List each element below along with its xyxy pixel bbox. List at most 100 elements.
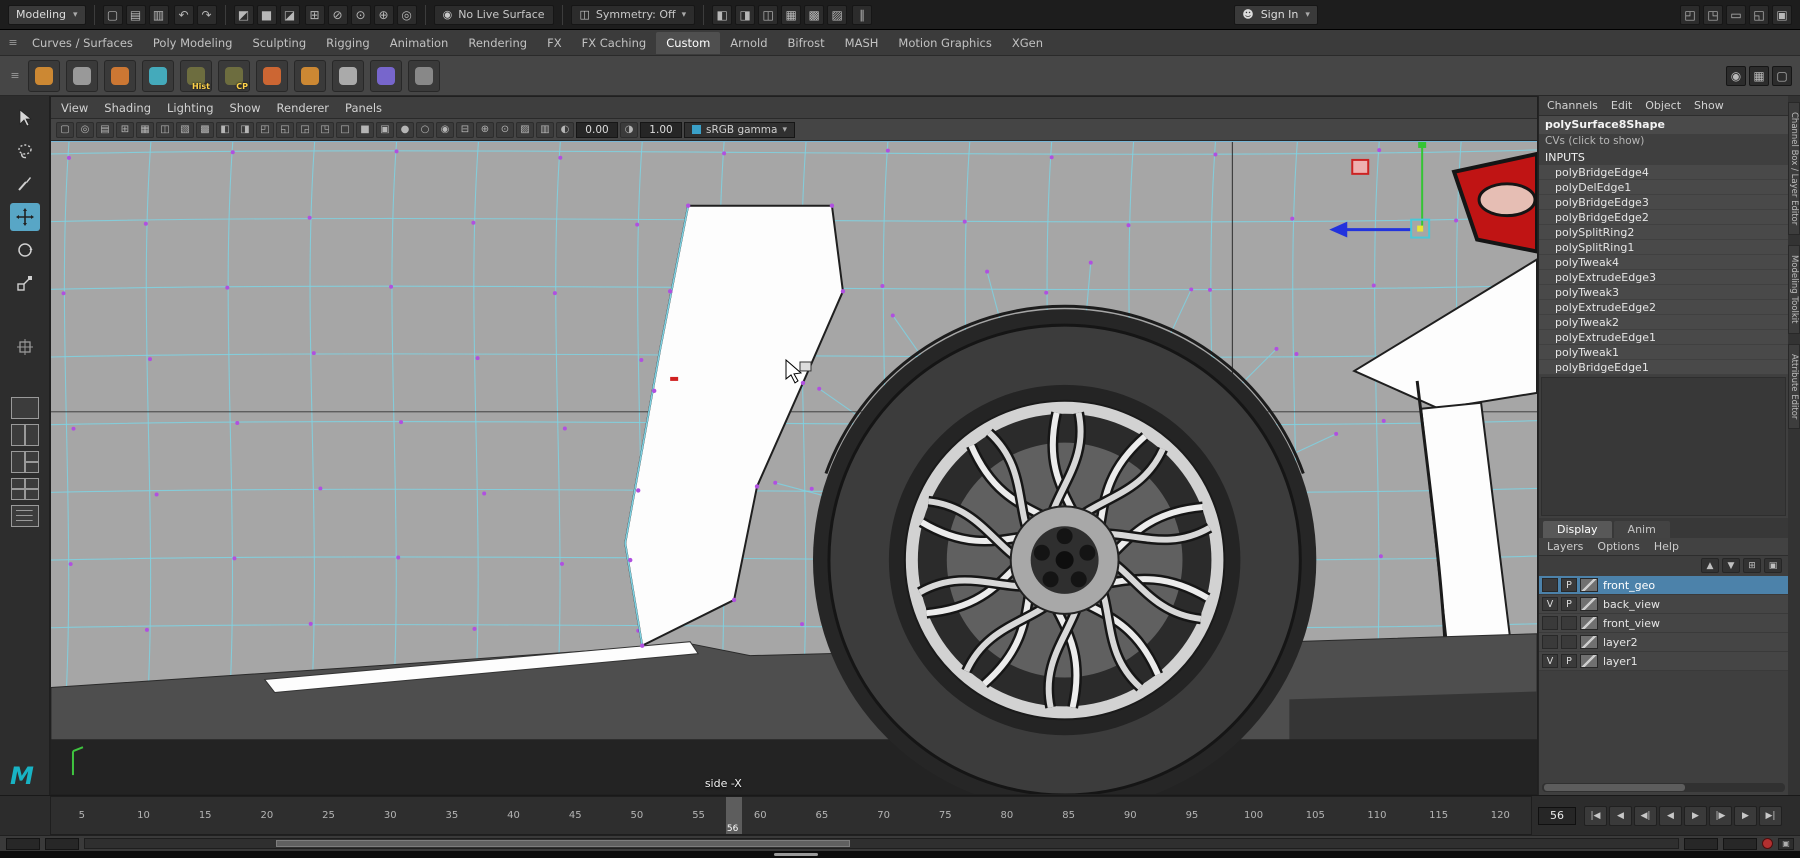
layer-editor-tab[interactable]: Anim [1613, 521, 1670, 538]
layer-color-swatch[interactable] [1580, 597, 1598, 611]
workspace-bar-icon[interactable]: ▭ [1726, 4, 1747, 25]
render-current-frame-icon[interactable]: ◨ [735, 4, 756, 25]
shelf-tab[interactable]: FX [537, 32, 572, 54]
wireframe-icon[interactable]: □ [336, 121, 354, 138]
layer-visibility-toggle[interactable] [1542, 635, 1558, 649]
layer-playback-toggle[interactable] [1561, 635, 1577, 649]
universal-manipulator-button[interactable] [10, 333, 40, 361]
playback-end-field[interactable] [1684, 837, 1718, 850]
shelf-lattice-icon[interactable] [370, 59, 402, 92]
move-layer-down-icon[interactable]: ▼ [1722, 558, 1740, 573]
auto-key-toggle[interactable] [1762, 838, 1773, 849]
history-node[interactable]: polySplitRing2 [1539, 225, 1788, 240]
grid-icon[interactable]: ▩ [196, 121, 214, 138]
workspace-split-icon[interactable]: ◱ [1749, 4, 1770, 25]
lasso-tool-button[interactable] [10, 137, 40, 165]
snap-to-grid-icon[interactable]: ⊞ [304, 4, 325, 25]
new-layer-from-selected-icon[interactable]: ▣ [1764, 558, 1782, 573]
step-back-key-button[interactable]: ◀| [1634, 805, 1657, 826]
shelf-tab[interactable]: MASH [835, 32, 889, 54]
layer-color-swatch[interactable] [1580, 616, 1598, 630]
panel-menu[interactable]: Show [230, 101, 261, 115]
shelf-tab[interactable]: Rendering [458, 32, 537, 54]
shelf-tab[interactable]: Bifrost [778, 32, 835, 54]
make-live-icon[interactable]: ◎ [396, 4, 417, 25]
safe-title-icon[interactable]: ◳ [316, 121, 334, 138]
shelf-hist-icon[interactable]: Hist [180, 59, 212, 92]
shelf-tab[interactable]: Motion Graphics [888, 32, 1001, 54]
workspace-outliner-icon[interactable]: ◰ [1680, 4, 1701, 25]
play-forwards-button[interactable]: ▶ [1684, 805, 1707, 826]
exposure-icon[interactable]: ◐ [556, 121, 574, 138]
viewport-canvas[interactable]: side -X [51, 141, 1537, 794]
shelf-sculpt-icon[interactable] [104, 59, 136, 92]
redo-icon[interactable]: ↷ [196, 4, 217, 25]
gamma-icon[interactable]: ◑ [620, 121, 638, 138]
shelf-tab[interactable]: FX Caching [572, 32, 657, 54]
sidebar-vertical-tab[interactable]: Modeling Toolkit [1788, 245, 1800, 334]
channel-box-menu[interactable]: Channels [1547, 99, 1598, 112]
multisample-icon[interactable]: ⊕ [476, 121, 494, 138]
history-node[interactable]: polyDelEdge1 [1539, 180, 1788, 195]
shelf-tab[interactable]: Arnold [720, 32, 777, 54]
pause-viewport-icon[interactable]: ∥ [852, 4, 873, 25]
sign-in-dropdown[interactable]: ☻ Sign In ▾ [1234, 4, 1318, 25]
layer-visibility-toggle[interactable] [1542, 578, 1558, 592]
two-pane-layout-button[interactable] [10, 424, 39, 446]
xray-icon[interactable]: ▥ [536, 121, 554, 138]
animation-start-field[interactable] [6, 837, 40, 850]
layer-editor-menu[interactable]: Help [1654, 540, 1679, 553]
layer-color-swatch[interactable] [1580, 578, 1598, 592]
history-node[interactable]: polyExtrudeEdge2 [1539, 300, 1788, 315]
horizontal-scrollbar[interactable] [1542, 783, 1785, 792]
layer-visibility-toggle[interactable]: V [1542, 654, 1558, 668]
render-settings-icon[interactable]: ▦ [781, 4, 802, 25]
shelf-tabs-menu-icon[interactable]: ≡ [6, 36, 20, 49]
select-object-icon[interactable]: ■ [256, 4, 277, 25]
history-node[interactable]: polyExtrudeEdge3 [1539, 270, 1788, 285]
shelf-tab[interactable]: Sculpting [242, 32, 316, 54]
channel-box-menu[interactable]: Show [1694, 99, 1724, 112]
cvs-toggle[interactable]: CVs (click to show) [1539, 134, 1788, 149]
hypershade-icon[interactable]: ▩ [804, 4, 825, 25]
resolution-gate-icon[interactable]: ◨ [236, 121, 254, 138]
shelf-tab[interactable]: Animation [380, 32, 459, 54]
panel-menu[interactable]: Lighting [167, 101, 213, 115]
layer-row[interactable]: layer2 [1539, 633, 1788, 652]
gate-mask-icon[interactable]: ◰ [256, 121, 274, 138]
snap-to-curve-icon[interactable]: ⊘ [327, 4, 348, 25]
shadows-icon[interactable]: ○ [416, 121, 434, 138]
lock-camera-icon[interactable]: ◎ [76, 121, 94, 138]
go-to-start-button[interactable]: |◀ [1584, 805, 1607, 826]
shelf-poly-cube-icon[interactable] [256, 59, 288, 92]
shelf-quad-draw-icon[interactable] [142, 59, 174, 92]
history-node[interactable]: polyTweak4 [1539, 255, 1788, 270]
view-transform-dropdown[interactable]: sRGB gamma ▾ [684, 121, 795, 138]
safe-action-icon[interactable]: ◲ [296, 121, 314, 138]
channel-box-menu[interactable]: Edit [1611, 99, 1632, 112]
animation-end-field[interactable] [1723, 837, 1757, 850]
use-default-material-icon[interactable]: ● [396, 121, 414, 138]
panel-menu[interactable]: Shading [104, 101, 151, 115]
shelf-tab[interactable]: XGen [1002, 32, 1053, 54]
layer-playback-toggle[interactable]: P [1561, 597, 1577, 611]
history-node[interactable]: polyBridgeEdge3 [1539, 195, 1788, 210]
new-empty-layer-icon[interactable]: ⊞ [1743, 558, 1761, 573]
layer-editor-menu[interactable]: Layers [1547, 540, 1583, 553]
layer-playback-toggle[interactable]: P [1561, 578, 1577, 592]
layer-color-swatch[interactable] [1580, 635, 1598, 649]
gamma-field[interactable]: 1.00 [640, 121, 682, 138]
shelf-poly-sphere-icon[interactable] [28, 59, 60, 92]
play-backwards-button[interactable]: ◀ [1659, 805, 1682, 826]
playback-start-field[interactable] [45, 837, 79, 850]
step-forward-key-button[interactable]: |▶ [1709, 805, 1732, 826]
move-layer-up-icon[interactable]: ▲ [1701, 558, 1719, 573]
shelf-tab[interactable]: Custom [656, 31, 721, 54]
textured-icon[interactable]: ▣ [376, 121, 394, 138]
panel-menu[interactable]: View [61, 101, 88, 115]
history-node[interactable]: polyTweak1 [1539, 345, 1788, 360]
shelf-project-curve-icon[interactable] [408, 59, 440, 92]
four-pane-layout-button[interactable] [10, 478, 39, 500]
undo-icon[interactable]: ↶ [173, 4, 194, 25]
sidebar-vertical-tab[interactable]: Channel Box / Layer Editor [1788, 102, 1800, 236]
